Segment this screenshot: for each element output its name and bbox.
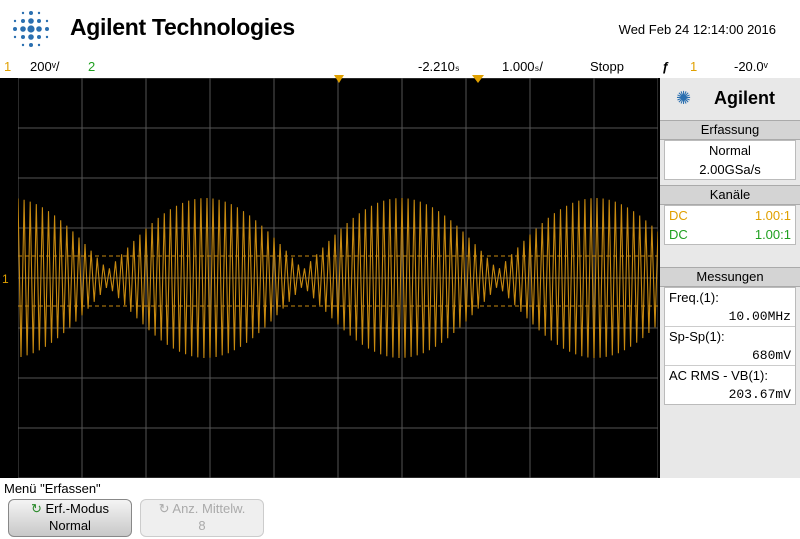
status-bar: 1 200ᵛ/ 2 -2.210ₛ 1.000ₛ/ Stopp ƒ 1 -20.… [0, 58, 800, 78]
trigger-source[interactable]: 1 [690, 59, 697, 74]
acq-section[interactable]: Normal 2.00GSa/s [664, 140, 796, 180]
panel-brand: Agilent [714, 88, 775, 108]
time-reference-marker-icon [472, 75, 484, 83]
channel-probe: 1.00:1 [754, 227, 791, 242]
softkey-value: Normal [49, 518, 91, 533]
channels-section-title: Kanäle [660, 185, 800, 205]
time-offset[interactable]: -2.210ₛ [418, 59, 460, 75]
ch2-number[interactable]: 2 [88, 59, 95, 74]
softkey-2[interactable]: ↻ Anz. Mittelw. 8 [140, 499, 264, 537]
softkey-title: Anz. Mittelw. [172, 501, 246, 516]
panel-header: ✺ Agilent [660, 78, 800, 120]
ch1-ground-marker: 1 [2, 272, 9, 286]
acq-mode: Normal [709, 143, 751, 158]
header-bar: Agilent Technologies Wed Feb 24 12:14:00… [0, 0, 800, 58]
side-panel: ✺ Agilent Erfassung Normal 2.00GSa/s Kan… [660, 78, 800, 478]
softkey-title: Erf.-Modus [45, 501, 110, 516]
datetime-display: Wed Feb 24 12:14:00 2016 [618, 22, 776, 37]
channel-row-2[interactable]: DC 1.00:1 [665, 225, 795, 244]
trigger-position-marker-icon [334, 75, 344, 83]
rotate-icon: ↻ [30, 501, 46, 516]
softkey-value: 8 [198, 518, 206, 533]
channel-coupling: DC [669, 227, 688, 242]
measurements-section-title: Messungen [660, 267, 800, 287]
menu-label: Menü "Erfassen" [4, 481, 101, 496]
time-scale[interactable]: 1.000ₛ/ [502, 59, 543, 75]
brand-title: Agilent Technologies [70, 14, 295, 40]
measurement-label: Sp-Sp(1): [669, 329, 725, 344]
ch1-number[interactable]: 1 [4, 59, 11, 74]
rotate-icon: ↻ [158, 501, 173, 516]
measurements-section[interactable]: Freq.(1): 10.00MHz Sp-Sp(1): 680mV AC RMS - … [664, 287, 796, 405]
agilent-logo-icon [13, 11, 49, 47]
waveform-trace [18, 78, 658, 478]
measurement-value: 680mV [665, 346, 795, 366]
softkey-1[interactable]: ↻ Erf.-Modus Normal [8, 499, 132, 537]
measurement-value: 203.67mV [728, 387, 791, 402]
agilent-spark-icon: ✺ [676, 88, 692, 108]
measurement-label: AC RMS - VB(1): [669, 368, 768, 383]
trigger-level[interactable]: -20.0ᵛ [734, 59, 768, 74]
measurement-value: 10.00MHz [665, 307, 795, 327]
trigger-edge-icon: ƒ [662, 59, 670, 74]
ch1-scale[interactable]: 200ᵛ/ [30, 59, 59, 74]
channel-probe: 1.00:1 [754, 208, 791, 223]
acq-section-title: Erfassung [660, 120, 800, 140]
run-state[interactable]: Stopp [590, 59, 624, 74]
measurement-label: Freq.(1): [669, 290, 719, 305]
channels-section[interactable]: DC 1.00:1 DC 1.00:1 [664, 205, 796, 245]
channel-coupling: DC [669, 208, 688, 223]
channel-row-1[interactable]: DC 1.00:1 [665, 206, 795, 225]
acq-rate: 2.00GSa/s [699, 162, 761, 177]
